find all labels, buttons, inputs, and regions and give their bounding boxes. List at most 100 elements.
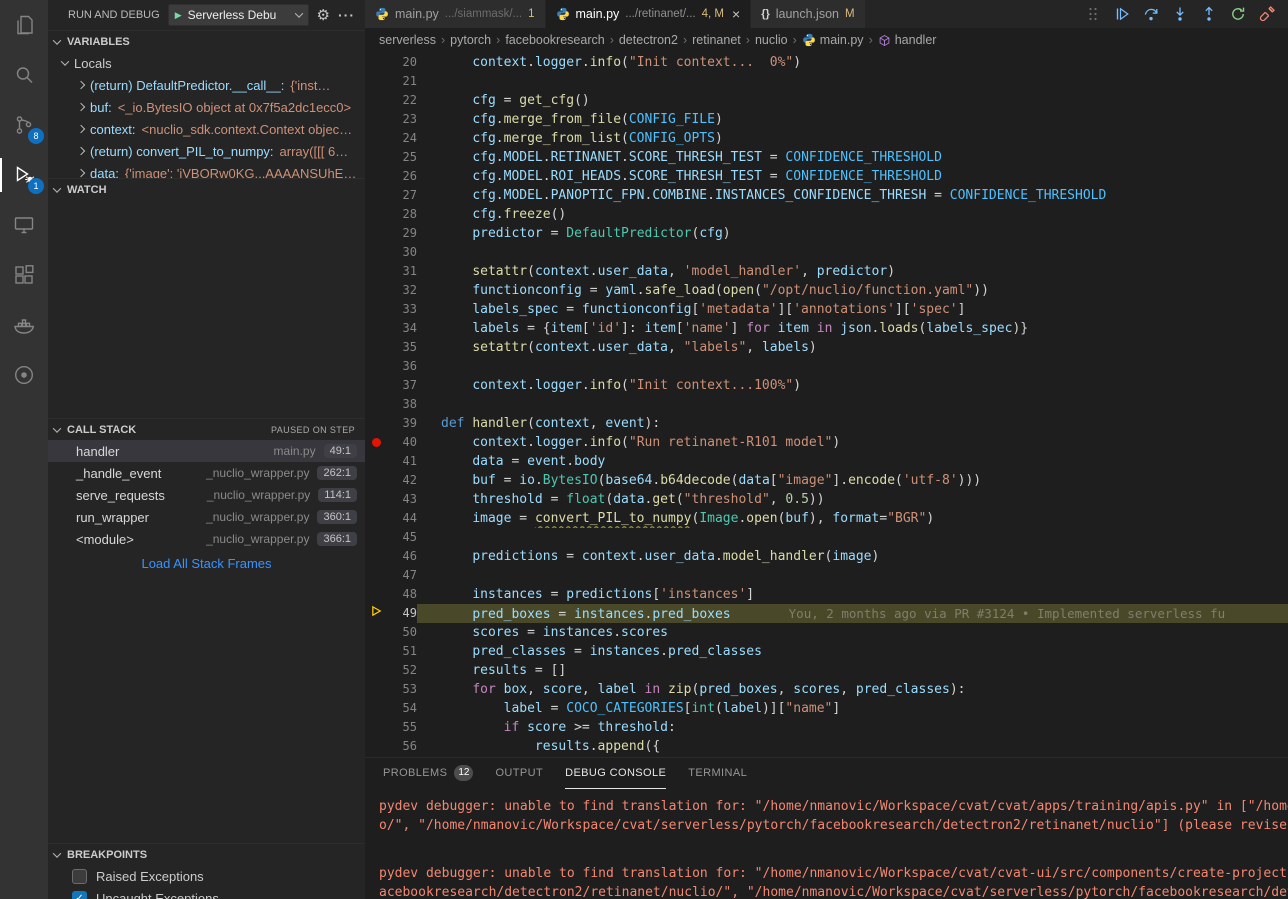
line-number[interactable]: 24 — [387, 129, 417, 148]
breakpoint-margin[interactable] — [365, 262, 387, 281]
line-number[interactable]: 41 — [387, 452, 417, 471]
breadcrumb-item[interactable]: detectron2 — [619, 33, 678, 47]
code-line-content[interactable] — [417, 395, 1288, 414]
breakpoint-margin[interactable] — [365, 642, 387, 661]
breakpoint-margin[interactable] — [365, 186, 387, 205]
code-line-content[interactable] — [417, 243, 1288, 262]
breadcrumb-item[interactable]: handler — [878, 33, 937, 47]
disconnect-icon[interactable] — [1258, 5, 1276, 23]
line-number[interactable]: 52 — [387, 661, 417, 680]
breakpoint-margin[interactable] — [365, 490, 387, 509]
circle-tool-activity-button[interactable] — [0, 350, 48, 400]
breadcrumb-item[interactable]: nuclio — [755, 33, 788, 47]
variable-row[interactable]: buf: <_io.BytesIO object at 0x7f5a2dc1ec… — [48, 96, 365, 118]
line-number[interactable]: 28 — [387, 205, 417, 224]
breakpoint-margin[interactable] — [365, 53, 387, 72]
breakpoint-margin[interactable] — [365, 414, 387, 433]
breakpoint-margin[interactable] — [365, 91, 387, 110]
line-number[interactable]: 37 — [387, 376, 417, 395]
restart-icon[interactable] — [1229, 5, 1247, 23]
line-number[interactable]: 26 — [387, 167, 417, 186]
explorer-activity-button[interactable] — [0, 0, 48, 50]
breakpoint-margin[interactable] — [365, 509, 387, 528]
stack-frame-row[interactable]: handlermain.py49:1 — [48, 440, 365, 462]
line-number[interactable]: 27 — [387, 186, 417, 205]
line-number[interactable]: 51 — [387, 642, 417, 661]
variable-row[interactable]: (return) DefaultPredictor.__call__: {'in… — [48, 74, 365, 96]
breadcrumb-item[interactable]: serverless — [379, 33, 436, 47]
code-line-content[interactable]: cfg.MODEL.ROI_HEADS.SCORE_THRESH_TEST = … — [417, 167, 1288, 186]
line-number[interactable]: 36 — [387, 357, 417, 376]
code-line-content[interactable]: cfg.merge_from_file(CONFIG_FILE) — [417, 110, 1288, 129]
code-line-content[interactable]: if score >= threshold: — [417, 718, 1288, 737]
code-line-content[interactable]: def handler(context, event): — [417, 414, 1288, 433]
close-icon[interactable]: × — [732, 6, 740, 22]
load-all-stack-frames-link[interactable]: Load All Stack Frames — [48, 550, 365, 576]
step-out-icon[interactable] — [1200, 5, 1218, 23]
editor-tab[interactable]: {}launch.jsonM — [751, 0, 865, 28]
line-number[interactable]: 40 — [387, 433, 417, 452]
breakpoint-margin[interactable] — [365, 585, 387, 604]
breadcrumb-item[interactable]: facebookresearch — [505, 33, 604, 47]
breakpoint-checkbox[interactable]: ✓ — [72, 891, 87, 899]
line-number[interactable]: 34 — [387, 319, 417, 338]
code-line-content[interactable]: predictions = context.user_data.model_ha… — [417, 547, 1288, 566]
watch-section-header[interactable]: WATCH — [48, 178, 365, 200]
stack-frame-row[interactable]: _handle_event_nuclio_wrapper.py262:1 — [48, 462, 365, 484]
breakpoint-margin[interactable] — [365, 680, 387, 699]
breakpoint-margin[interactable] — [365, 281, 387, 300]
code-line-content[interactable]: labels_spec = functionconfig['metadata']… — [417, 300, 1288, 319]
line-number[interactable]: 39 — [387, 414, 417, 433]
breakpoint-margin[interactable] — [365, 395, 387, 414]
breakpoint-margin[interactable] — [365, 452, 387, 471]
code-line-content[interactable]: setattr(context.user_data, 'model_handle… — [417, 262, 1288, 281]
code-line-content[interactable]: context.logger.info("Run retinanet-R101 … — [417, 433, 1288, 452]
code-line-content[interactable]: label = COCO_CATEGORIES[int(label)]["nam… — [417, 699, 1288, 718]
code-line-content[interactable]: labels = {item['id']: item['name'] for i… — [417, 319, 1288, 338]
breakpoint-margin[interactable] — [365, 205, 387, 224]
line-number[interactable]: 35 — [387, 338, 417, 357]
line-number[interactable]: 31 — [387, 262, 417, 281]
source-control-activity-button[interactable]: 8 — [0, 100, 48, 150]
breakpoint-margin[interactable] — [365, 338, 387, 357]
breakpoint-margin[interactable] — [365, 604, 387, 623]
remote-explorer-activity-button[interactable] — [0, 200, 48, 250]
search-activity-button[interactable] — [0, 50, 48, 100]
code-line-content[interactable]: cfg.MODEL.PANOPTIC_FPN.COMBINE.INSTANCES… — [417, 186, 1288, 205]
breakpoint-margin[interactable] — [365, 471, 387, 490]
line-number[interactable]: 30 — [387, 243, 417, 262]
line-number[interactable]: 47 — [387, 566, 417, 585]
breakpoint-margin[interactable] — [365, 623, 387, 642]
breadcrumb-item[interactable]: main.py — [802, 33, 864, 47]
locals-scope-row[interactable]: Locals — [48, 52, 365, 74]
code-line-content[interactable]: results = [] — [417, 661, 1288, 680]
line-number[interactable]: 42 — [387, 471, 417, 490]
breakpoint-margin[interactable] — [365, 167, 387, 186]
code-line-content[interactable] — [417, 357, 1288, 376]
code-line-content[interactable]: context.logger.info("Init context...100%… — [417, 376, 1288, 395]
breadcrumb-item[interactable]: retinanet — [692, 33, 741, 47]
line-number[interactable]: 46 — [387, 547, 417, 566]
line-number[interactable]: 20 — [387, 53, 417, 72]
breakpoint-margin[interactable] — [365, 661, 387, 680]
breakpoint-margin[interactable] — [365, 376, 387, 395]
code-line-content[interactable]: image = convert_PIL_to_numpy(Image.open(… — [417, 509, 1288, 528]
variable-row[interactable]: context: <nuclio_sdk.context.Context obj… — [48, 118, 365, 140]
step-into-icon[interactable] — [1171, 5, 1189, 23]
code-line-content[interactable]: functionconfig = yaml.safe_load(open("/o… — [417, 281, 1288, 300]
line-number[interactable]: 21 — [387, 72, 417, 91]
line-number[interactable]: 54 — [387, 699, 417, 718]
line-number[interactable]: 38 — [387, 395, 417, 414]
breakpoint-margin[interactable] — [365, 737, 387, 756]
code-line-content[interactable] — [417, 528, 1288, 547]
breakpoint-margin[interactable] — [365, 319, 387, 338]
breakpoint-margin[interactable] — [365, 129, 387, 148]
line-number[interactable]: 56 — [387, 737, 417, 756]
editor-tab[interactable]: main.py.../retinanet/...4, M× — [546, 0, 752, 28]
code-line-content[interactable]: scores = instances.scores — [417, 623, 1288, 642]
line-number[interactable]: 55 — [387, 718, 417, 737]
debug-console-output[interactable]: pydev debugger: unable to find translati… — [365, 789, 1288, 899]
stack-frame-row[interactable]: serve_requests_nuclio_wrapper.py114:1 — [48, 484, 365, 506]
continue-icon[interactable] — [1113, 5, 1131, 23]
panel-tab-output[interactable]: OUTPUT — [495, 758, 543, 789]
